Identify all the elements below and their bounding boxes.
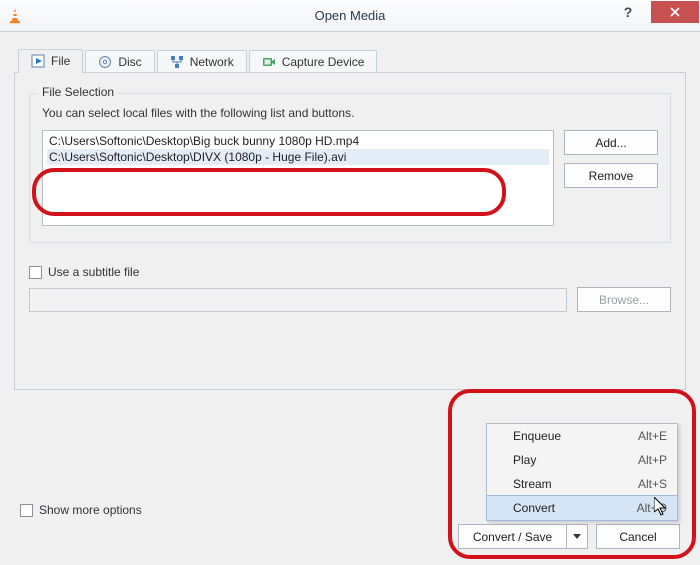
tab-network[interactable]: Network	[157, 50, 247, 73]
tab-file-label: File	[51, 54, 70, 68]
add-button-label: Add...	[595, 136, 626, 150]
add-button[interactable]: Add...	[564, 130, 658, 155]
disc-icon	[98, 55, 112, 69]
menu-item-shortcut: Alt+P	[638, 453, 667, 467]
show-more-label: Show more options	[39, 503, 142, 517]
menu-item-label: Convert	[513, 501, 607, 515]
menu-item-convert[interactable]: Convert Alt+O	[486, 495, 678, 521]
close-icon	[669, 6, 681, 18]
file-selection-legend: File Selection	[38, 85, 118, 99]
menu-item-play[interactable]: Play Alt+P	[487, 448, 677, 472]
convert-save-split-button: Convert / Save	[458, 524, 588, 549]
cancel-button[interactable]: Cancel	[596, 524, 680, 549]
convert-save-menu: Enqueue Alt+E Play Alt+P Stream Alt+S Convert A…	[486, 423, 678, 521]
tab-disc[interactable]: Disc	[85, 50, 154, 73]
subtitle-checkbox[interactable]	[29, 266, 42, 279]
tab-strip: File Disc Network Capture Device	[18, 46, 686, 72]
capture-icon	[262, 55, 276, 69]
tab-body: File Selection You can select local file…	[14, 72, 686, 390]
title-bar: Open Media ?	[0, 0, 700, 32]
file-play-icon	[31, 54, 45, 68]
tab-capture-label: Capture Device	[282, 55, 365, 69]
menu-item-label: Play	[513, 453, 608, 467]
browse-button-label: Browse...	[599, 293, 649, 307]
file-selection-group: File Selection You can select local file…	[29, 93, 671, 243]
tab-disc-label: Disc	[118, 55, 141, 69]
browse-button: Browse...	[577, 287, 671, 312]
menu-item-label: Enqueue	[513, 429, 608, 443]
menu-item-shortcut: Alt+E	[638, 429, 667, 443]
menu-item-label: Stream	[513, 477, 608, 491]
tab-capture[interactable]: Capture Device	[249, 50, 378, 73]
show-more-checkbox[interactable]	[20, 504, 33, 517]
menu-item-shortcut: Alt+S	[638, 477, 667, 491]
convert-save-button[interactable]: Convert / Save	[458, 524, 566, 549]
network-icon	[170, 55, 184, 69]
tab-network-label: Network	[190, 55, 234, 69]
window-title: Open Media	[0, 8, 700, 23]
file-list-item[interactable]: C:\Users\Softonic\Desktop\DIVX (1080p - …	[47, 149, 549, 165]
file-list-item[interactable]: C:\Users\Softonic\Desktop\Big buck bunny…	[47, 133, 549, 149]
remove-button-label: Remove	[589, 169, 634, 183]
client-area: File Disc Network Capture Device File Se…	[0, 32, 700, 565]
subtitle-path-field	[29, 288, 567, 312]
vlc-cone-icon	[6, 7, 24, 25]
tab-file[interactable]: File	[18, 49, 83, 73]
remove-button[interactable]: Remove	[564, 163, 658, 188]
file-selection-help: You can select local files with the foll…	[42, 106, 658, 120]
convert-save-dropdown[interactable]	[566, 524, 588, 549]
subtitle-label: Use a subtitle file	[48, 265, 139, 279]
menu-item-shortcut: Alt+O	[637, 501, 667, 515]
chevron-down-icon	[573, 534, 581, 539]
menu-item-enqueue[interactable]: Enqueue Alt+E	[487, 424, 677, 448]
convert-save-label: Convert / Save	[473, 530, 552, 544]
file-list[interactable]: C:\Users\Softonic\Desktop\Big buck bunny…	[42, 130, 554, 226]
help-button[interactable]: ?	[605, 0, 651, 24]
cancel-button-label: Cancel	[619, 530, 656, 544]
close-button[interactable]	[651, 1, 699, 23]
menu-item-stream[interactable]: Stream Alt+S	[487, 472, 677, 496]
bottom-button-row: Convert / Save Cancel	[458, 524, 680, 549]
